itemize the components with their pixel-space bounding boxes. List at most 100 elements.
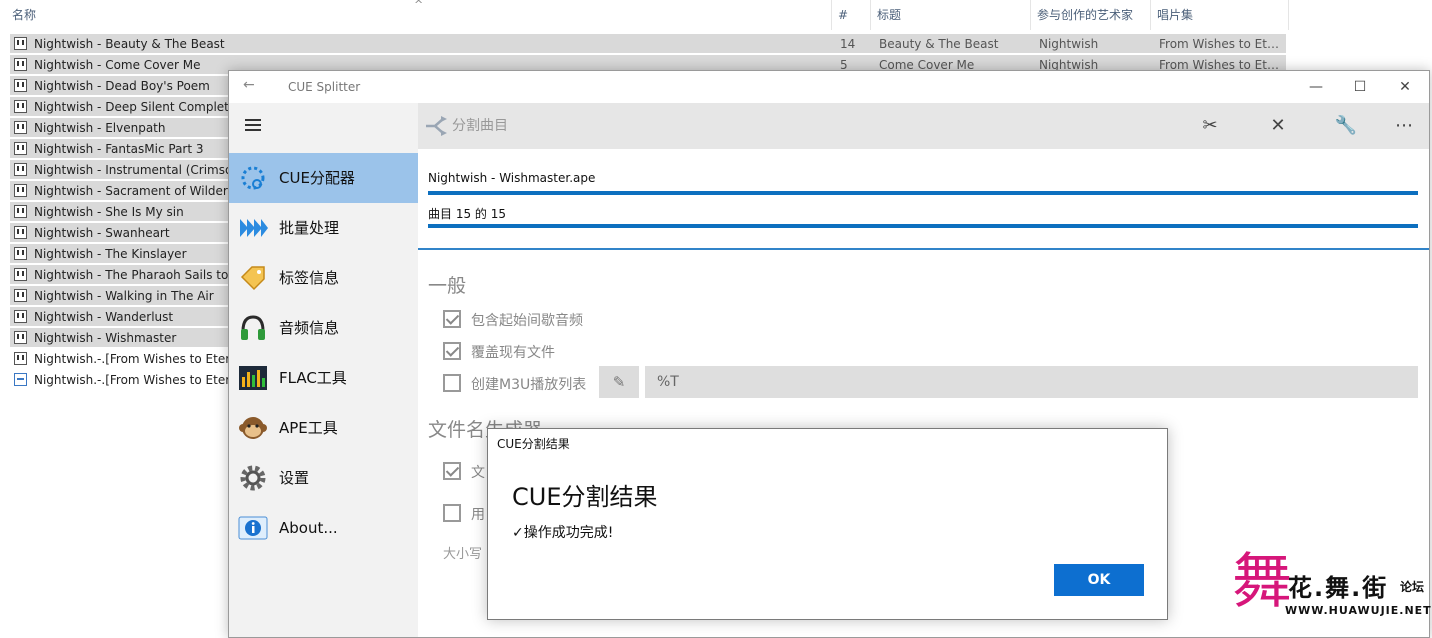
overwrite-checkbox[interactable] (443, 342, 461, 360)
track-progress-label: 曲目 15 的 15 (428, 207, 506, 221)
audio-file-icon (14, 268, 27, 281)
audio-file-icon (14, 331, 27, 344)
file-album: From Wishes to Ete... (1159, 37, 1285, 51)
back-arrow-icon[interactable]: ← (243, 77, 255, 93)
progress-area: Nightwish - Wishmaster.ape 曲目 15 的 15 (418, 149, 1429, 249)
watermark-url: WWW.HUAWUJIE.NET (1285, 604, 1432, 617)
command-bar: 分割曲目 ✂ ✕ 🔧 ⋯ (418, 103, 1429, 149)
nav-item-2[interactable]: 批量处理 (229, 203, 418, 253)
audio-file-icon (14, 226, 27, 239)
nav-label: 音频信息 (279, 319, 340, 337)
nav-label: 设置 (279, 469, 310, 487)
file-name: Nightwish - FantasMic Part 3 (34, 142, 204, 156)
sort-asc-icon: ^ (414, 0, 424, 11)
divider (418, 248, 1429, 250)
audio-file-icon (14, 37, 27, 50)
m3u-pattern-input[interactable] (645, 366, 1418, 398)
audio-file-icon (14, 184, 27, 197)
title-bar: ← CUE Splitter — ☐ ✕ (229, 71, 1429, 103)
audio-file-icon (14, 163, 27, 176)
audio-file-icon (14, 205, 27, 218)
audio-file-icon (14, 310, 27, 323)
file-row[interactable]: Nightwish - Beauty & The Beast 14 Beauty &… (10, 34, 1286, 54)
wrench-button[interactable]: 🔧 (1323, 103, 1369, 149)
more-options-button[interactable]: ⋯ (1381, 103, 1427, 149)
audio-file-icon (14, 352, 27, 365)
cue-splitter-icon (238, 163, 268, 193)
result-dialog: CUE分割结果 CUE分割结果 ✓操作成功完成! OK (487, 428, 1168, 620)
audio-file-icon (14, 247, 27, 260)
watermark-forum: 论坛 (1400, 580, 1425, 594)
nav-item-6[interactable]: APE工具 (229, 403, 418, 453)
maximize-button[interactable]: ☐ (1337, 71, 1383, 103)
include-gap-label: 包含起始间歇音频 (471, 313, 583, 329)
dialog-message: ✓操作成功完成! (512, 525, 614, 541)
file-name: Nightwish - Sacrament of Wilderne (34, 184, 243, 198)
file-name: Nightwish - Walking in The Air (34, 289, 214, 303)
split-icon (426, 116, 447, 136)
nav-label: APE工具 (279, 419, 338, 437)
audio-file-icon (14, 79, 27, 92)
equalizer-icon (238, 363, 268, 393)
column-number[interactable]: # (832, 0, 871, 30)
column-title[interactable]: 标题 (871, 0, 1031, 30)
file-name: Nightwish - Swanheart (34, 226, 170, 240)
audio-file-icon (14, 58, 27, 71)
watermark-site-name: 花.舞.街 (1288, 574, 1389, 602)
nav-label: 批量处理 (279, 219, 340, 237)
column-artist[interactable]: 参与创作的艺术家 (1031, 0, 1151, 30)
file-name: Nightwish - Instrumental (Crimson (34, 163, 240, 177)
file-name: Nightwish - The Pharaoh Sails to O (34, 268, 242, 282)
nav-label: 标签信息 (279, 269, 340, 287)
nav-label: About... (279, 519, 338, 537)
nav-item-8[interactable]: About... (229, 503, 418, 553)
nav-item-5[interactable]: FLAC工具 (229, 353, 418, 403)
case-label: 大小写 (443, 547, 483, 562)
monkey-icon (238, 413, 268, 443)
filename-option2-checkbox[interactable] (443, 504, 461, 522)
create-m3u-label: 创建M3U播放列表 (471, 377, 587, 393)
row-separator (10, 53, 1286, 54)
file-name: Nightwish - Deep Silent Complete (34, 100, 237, 114)
file-progress-bar (428, 191, 1418, 195)
hamburger-menu-icon[interactable] (245, 119, 261, 131)
overwrite-label: 覆盖现有文件 (471, 345, 555, 361)
file-name: Nightwish - Beauty & The Beast (34, 37, 225, 51)
nav-item-7[interactable]: 设置 (229, 453, 418, 503)
command-title: 分割曲目 (452, 118, 508, 134)
nav-item-4[interactable]: 音频信息 (229, 303, 418, 353)
file-name: Nightwish - She Is My sin (34, 205, 184, 219)
nav-label: FLAC工具 (279, 369, 347, 387)
file-name: Nightwish - Elvenpath (34, 121, 166, 135)
audio-file-icon (14, 142, 27, 155)
file-name: Nightwish.-.[From Wishes to Eterni (34, 373, 241, 387)
ok-button[interactable]: OK (1054, 564, 1144, 596)
column-album[interactable]: 唱片集 (1151, 0, 1289, 30)
audio-file-icon (14, 100, 27, 113)
file-name: Nightwish - Wanderlust (34, 310, 174, 324)
close-window-button[interactable]: ✕ (1382, 71, 1428, 103)
filename-option1-checkbox[interactable] (443, 462, 461, 480)
batch-icon (238, 213, 268, 243)
audio-file-icon (14, 121, 27, 134)
minimize-button[interactable]: — (1293, 71, 1339, 103)
file-track-number: 14 (840, 37, 856, 51)
nav-label: CUE分配器 (279, 169, 355, 187)
file-name: Nightwish.-.[From Wishes to Eterni (34, 352, 241, 366)
cancel-button[interactable]: ✕ (1255, 103, 1301, 149)
nav-item-3[interactable]: 标签信息 (229, 253, 418, 303)
scissors-button[interactable]: ✂ (1187, 103, 1233, 149)
filename-option1-label: 文 (471, 465, 485, 481)
info-icon (238, 513, 268, 543)
nav-sidebar: CUE分配器 批量处理标签信息音频信息 FLAC工具 APE工具设置 About... (229, 103, 418, 637)
gear-icon (238, 463, 268, 493)
file-name: Nightwish - Come Cover Me (34, 58, 201, 72)
pencil-edit-button[interactable]: ✎ (599, 366, 639, 398)
track-progress-bar (428, 224, 1418, 228)
column-header: 名称 ^ # 标题 参与创作的艺术家 唱片集 (0, 0, 1290, 30)
window-title: CUE Splitter (288, 80, 361, 94)
nav-item-1[interactable]: CUE分配器 (229, 153, 418, 203)
include-gap-checkbox[interactable] (443, 310, 461, 328)
file-name: Nightwish - Wishmaster (34, 331, 177, 345)
create-m3u-checkbox[interactable] (443, 374, 461, 392)
